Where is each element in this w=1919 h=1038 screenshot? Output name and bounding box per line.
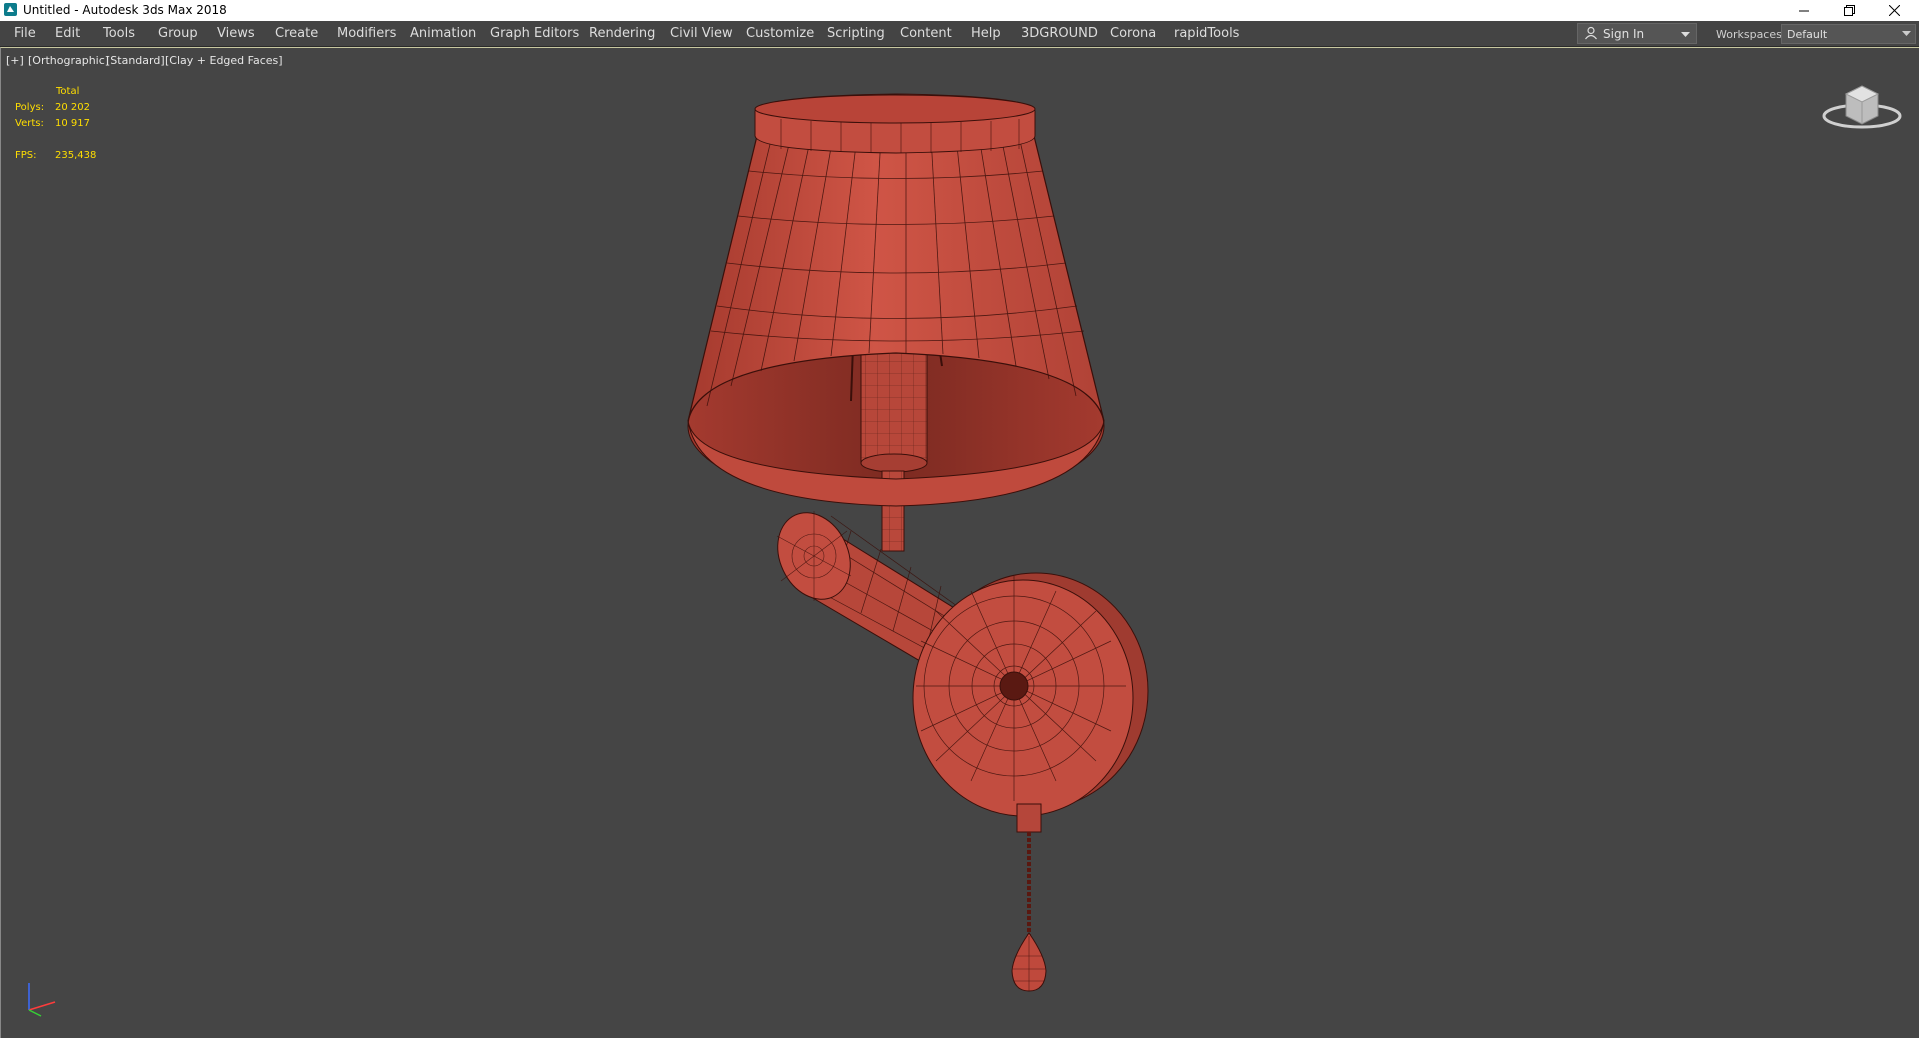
menu-scripting[interactable]: Scripting (827, 21, 885, 46)
menu-customize[interactable]: Customize (746, 21, 814, 46)
3ds-max-icon (4, 3, 17, 16)
minimize-button[interactable] (1781, 0, 1827, 21)
menu-file[interactable]: File (14, 21, 36, 46)
workspaces-label: Workspaces: (1716, 28, 1786, 41)
minimize-icon (1799, 10, 1809, 11)
window-title: Untitled - Autodesk 3ds Max 2018 (23, 3, 227, 17)
menu-modifiers[interactable]: Modifiers (337, 21, 396, 46)
menu-corona[interactable]: Corona (1110, 21, 1156, 46)
menu-help[interactable]: Help (971, 21, 1001, 46)
menu-rendering[interactable]: Rendering (589, 21, 655, 46)
menu-graph-editors[interactable]: Graph Editors (490, 21, 579, 46)
viewcube-icon[interactable] (1821, 76, 1903, 142)
menu-create[interactable]: Create (275, 21, 318, 46)
menu-edit[interactable]: Edit (55, 21, 80, 46)
menu-content[interactable]: Content (900, 21, 952, 46)
workspace-value: Default (1787, 28, 1828, 41)
sign-in-label: Sign In (1603, 27, 1645, 41)
title-bar: Untitled - Autodesk 3ds Max 2018 (0, 0, 1919, 21)
sign-in-dropdown[interactable]: Sign In (1577, 23, 1697, 44)
lamp-model[interactable] (1, 48, 1918, 1038)
axis-tripod-icon (15, 978, 61, 1024)
menu-tools[interactable]: Tools (103, 21, 135, 46)
lamp-pull-chain (1011, 803, 1047, 992)
menu-civil-view[interactable]: Civil View (670, 21, 733, 46)
menu-3dground[interactable]: 3DGROUND (1021, 21, 1098, 46)
menu-group[interactable]: Group (158, 21, 198, 46)
chevron-down-icon (1681, 28, 1690, 42)
user-icon (1584, 26, 1598, 43)
menu-views[interactable]: Views (217, 21, 255, 46)
viewport[interactable]: [+] [Orthographic] [Standard] [Clay + Ed… (0, 47, 1919, 1038)
restore-button[interactable] (1826, 0, 1872, 21)
restore-icon (1843, 5, 1855, 16)
workspace-select[interactable]: Default (1781, 24, 1916, 44)
menu-animation[interactable]: Animation (410, 21, 476, 46)
chevron-down-icon (1902, 28, 1911, 41)
close-button[interactable] (1871, 0, 1917, 21)
close-icon (1888, 5, 1900, 16)
menu-rapidtools[interactable]: rapidTools (1174, 21, 1239, 46)
